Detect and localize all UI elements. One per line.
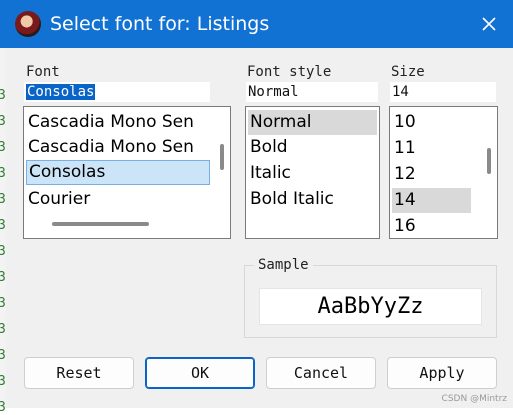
font-name-value: Consolas [26,84,96,100]
size-list-vertical-scrollbar[interactable] [487,148,491,174]
font-dialog-body: Font Consolas Cascadia Mono Sen Cascadia… [6,48,513,408]
size-list-item[interactable]: 11 [392,136,471,161]
background-edge-mark: 3 [0,88,6,103]
background-edge-mark: 3 [0,270,6,285]
title-bar[interactable]: Select font for: Listings [0,0,513,48]
watermark: CSDN @Mintrz [441,394,507,404]
background-edge-mark: 3 [0,296,6,311]
background-edge-mark: 3 [0,400,6,415]
background-edge-mark: 3 [0,140,6,155]
size-list-item[interactable]: 16 [392,214,471,238]
font-list-vertical-scrollbar[interactable] [220,144,224,170]
size-list-item-selected[interactable]: 14 [392,188,471,213]
font-list-item[interactable]: Cascadia Mono Sen [26,135,210,160]
font-style-list-item[interactable]: Bold Italic [248,187,377,212]
apply-button[interactable]: Apply [387,357,497,389]
close-button[interactable] [470,6,508,42]
background-edge-mark: 3 [0,114,6,129]
size-list-item[interactable]: 12 [392,162,471,187]
sample-preview: AaBbYyZz [259,288,482,325]
app-icon [15,11,41,37]
size-label: Size [391,64,425,80]
font-style-list-item[interactable]: Bold [248,135,377,160]
size-list[interactable]: 10 11 12 14 16 [389,106,498,239]
font-style-list[interactable]: Normal Bold Italic Bold Italic [245,106,380,239]
font-list-horizontal-scrollbar[interactable] [52,222,149,226]
font-label: Font [26,64,60,80]
background-edge-mark: 3 [0,218,6,233]
close-icon [482,17,496,31]
background-edge-mark: 3 [0,374,6,389]
background-edge-mark: 3 [0,322,6,337]
size-input[interactable]: 14 [390,82,496,102]
size-list-item[interactable]: 10 [392,110,471,135]
sample-label: Sample [254,256,313,274]
reset-button[interactable]: Reset [24,357,134,389]
background-edge-mark: 3 [0,244,6,259]
background-edge-mark: 3 [0,348,6,363]
font-list-item[interactable]: Cascadia Mono Sen [26,110,210,135]
font-style-input[interactable]: Normal [246,82,378,102]
font-list[interactable]: Cascadia Mono Sen Cascadia Mono Sen Cons… [23,106,231,239]
font-list-item-selected[interactable]: Consolas [26,160,210,185]
font-name-input[interactable]: Consolas [24,82,210,102]
background-edge-mark: 3 [0,166,6,181]
font-style-label: Font style [247,64,332,80]
cancel-button[interactable]: Cancel [266,357,376,389]
background-edge-mark: 3 [0,192,6,207]
ok-button[interactable]: OK [145,357,255,389]
font-list-item[interactable]: Courier [26,187,210,212]
window-title: Select font for: Listings [50,13,270,35]
font-style-list-item[interactable]: Italic [248,161,377,186]
font-style-list-item-selected[interactable]: Normal [248,110,377,135]
